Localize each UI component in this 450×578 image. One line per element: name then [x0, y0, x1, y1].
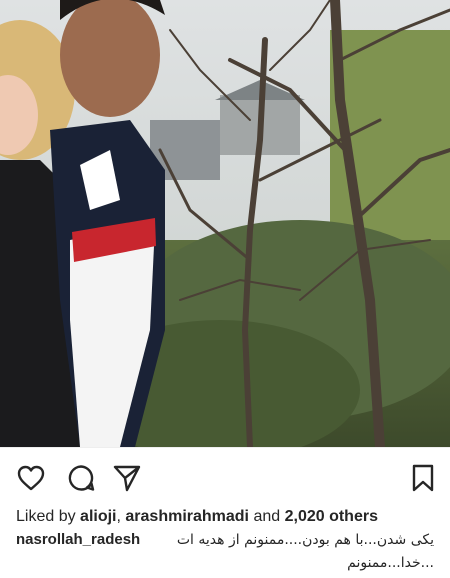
liked-by-user-alioji[interactable]: alioji: [80, 508, 116, 525]
like-button[interactable]: [16, 463, 46, 493]
caption-username[interactable]: nasrollah_radesh: [16, 530, 140, 550]
share-button[interactable]: [112, 463, 142, 493]
liked-by-user-arashmirahmadi[interactable]: arashmirahmadi: [125, 508, 249, 525]
likes-summary: Liked by alioji, arashmirahmadi and 2,02…: [0, 506, 450, 528]
paper-plane-icon: [113, 465, 141, 492]
comment-bubble-icon: [68, 465, 95, 491]
post-actions-bar: [0, 447, 450, 506]
likes-others-count[interactable]: 2,020 others: [285, 508, 378, 525]
likes-middle: and: [249, 508, 285, 525]
caption-text-line-2: ...خدا...ممنونم: [347, 555, 434, 571]
save-button[interactable]: [408, 463, 438, 493]
heart-icon: [17, 465, 45, 491]
caption-first-line: nasrollah_radesh یکی شدن...با هم بودن...…: [16, 528, 434, 552]
bookmark-icon: [412, 464, 434, 492]
likes-prefix: Liked by: [16, 508, 81, 525]
caption-text-line-1: یکی شدن...با هم بودن....ممنونم از هدیه ا…: [176, 532, 434, 548]
post-photo[interactable]: [0, 0, 450, 447]
comment-button[interactable]: [66, 463, 96, 493]
post-caption: nasrollah_radesh یکی شدن...با هم بودن...…: [0, 528, 450, 574]
